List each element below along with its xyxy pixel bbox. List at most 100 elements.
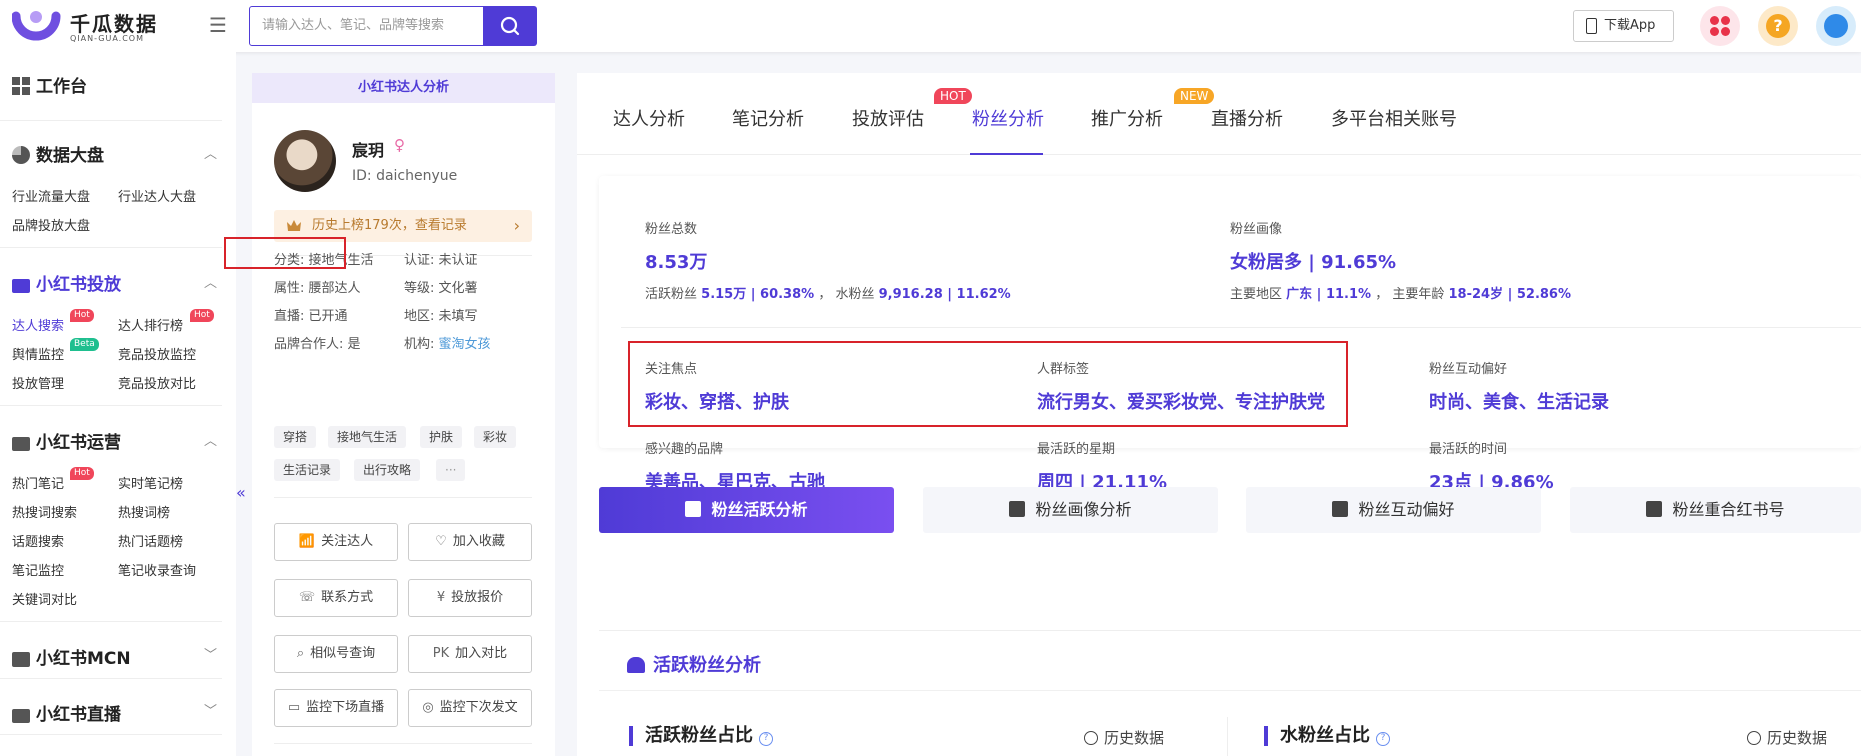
active-weekday-label: 最活跃的星期 — [1037, 442, 1116, 457]
divider — [0, 405, 222, 406]
subtab-fan-activity[interactable]: 粉丝活跃分析 — [599, 487, 894, 533]
divider — [0, 734, 222, 735]
beta-badge: Beta — [70, 338, 99, 351]
tab-multi-platform[interactable]: 多平台相关账号 — [1331, 105, 1457, 131]
tag[interactable]: 彩妆 — [474, 426, 517, 448]
tab-live-analysis[interactable]: 直播分析 — [1211, 105, 1283, 131]
monitor-live-button[interactable]: ▭ 监控下场直播 — [274, 689, 398, 727]
brand-name: 千瓜数据 — [70, 12, 158, 36]
location-icon: ◎ — [422, 700, 434, 715]
monitor-post-button[interactable]: ◎ 监控下次发文 — [408, 689, 532, 727]
tag[interactable]: 接地气生活 — [328, 426, 407, 448]
sidebar-item[interactable]: 行业达人大盘 — [118, 186, 196, 205]
tab-ad-evaluation[interactable]: 投放评估 — [852, 105, 924, 131]
sidebar-item[interactable]: 话题搜索 — [12, 531, 64, 550]
tab-note-analysis[interactable]: 笔记分析 — [732, 105, 804, 131]
sidebar-xhs-mcn[interactable]: 小红书MCN — [12, 644, 131, 669]
chevron-up-icon[interactable]: ︿ — [204, 143, 217, 162]
grid-icon — [12, 77, 30, 95]
highlight-box — [628, 341, 1348, 427]
chevron-up-icon[interactable]: ︿ — [204, 272, 217, 291]
sidebar-dashboard[interactable]: 数据大盘 — [12, 141, 104, 166]
attr-live: 直播: 已开通 — [274, 309, 348, 324]
help-icon[interactable]: ? — [759, 732, 773, 746]
pk-icon: PK — [432, 646, 450, 661]
attr-level: 等级: 文化薯 — [404, 281, 478, 296]
tag[interactable]: 出行攻略 — [354, 459, 421, 481]
divider — [274, 497, 532, 498]
more-tags[interactable]: ··· — [436, 459, 466, 481]
sidebar-item[interactable]: 投放管理 — [12, 373, 64, 392]
similar-search-button[interactable]: ⌕ 相似号查询 — [274, 635, 398, 673]
divider — [274, 743, 532, 744]
tab-talent-analysis[interactable]: 达人分析 — [613, 105, 685, 131]
divider — [621, 327, 1861, 328]
mail-icon[interactable] — [1816, 6, 1856, 46]
interaction-label: 粉丝互动偏好 — [1429, 362, 1508, 377]
sidebar-item[interactable]: 竞品投放对比 — [118, 373, 196, 392]
sidebar-item[interactable]: 热搜词搜索 — [12, 502, 77, 521]
help-icon[interactable]: ? — [1376, 732, 1390, 746]
history-data-link[interactable]: 历史数据 — [1084, 727, 1164, 748]
sidebar-item[interactable]: 笔记监控 — [12, 560, 64, 579]
sidebar-item[interactable]: 竞品投放监控 — [118, 344, 196, 363]
logo[interactable]: 千瓜数据 QIAN-GUA.COM — [12, 6, 172, 46]
chevron-right-icon: › — [513, 216, 520, 235]
favorite-button[interactable]: ♡ 加入收藏 — [408, 523, 532, 561]
apps-grid-icon[interactable] — [1700, 6, 1740, 46]
sidebar-xhs-ads[interactable]: 小红书投放 — [12, 270, 121, 295]
quote-button[interactable]: ¥ 投放报价 — [408, 579, 532, 617]
top-bar: 千瓜数据 QIAN-GUA.COM ☰ 请输入达人、笔记、品牌等搜索 下载App… — [0, 0, 1861, 52]
sidebar-item[interactable]: 实时笔记榜 — [118, 473, 183, 492]
sidebar-item[interactable]: 热搜词榜 — [118, 502, 170, 521]
fan-stats-card: 粉丝总数 8.53万 活跃粉丝 5.15万 | 60.38% ， 水粉丝 9,9… — [599, 176, 1861, 448]
tab-fan-analysis[interactable]: 粉丝分析 — [972, 105, 1044, 131]
portrait-label: 粉丝画像 — [1230, 222, 1283, 237]
chevron-down-icon[interactable]: ﹀ — [204, 644, 217, 663]
search-button[interactable] — [484, 6, 537, 46]
heart-icon: ♡ — [435, 534, 447, 549]
sidebar-item[interactable]: 品牌投放大盘 — [12, 215, 90, 234]
compare-button[interactable]: PK 加入对比 — [408, 635, 532, 673]
sidebar-item[interactable]: 舆情监控 — [12, 344, 64, 363]
divider — [1227, 717, 1228, 756]
sidebar-workbench[interactable]: 工作台 — [12, 72, 87, 97]
users-icon — [627, 657, 645, 673]
download-app-button[interactable]: 下载App — [1573, 10, 1674, 42]
agency-link[interactable]: 蜜淘女孩 — [439, 337, 491, 352]
tag[interactable]: 穿搭 — [274, 426, 317, 448]
sidebar-item[interactable]: 达人排行榜 — [118, 315, 183, 334]
interaction-value: 时尚、美食、生活记录 — [1429, 392, 1609, 413]
sidebar-item[interactable]: 关键词对比 — [12, 589, 77, 608]
subtab-fan-overlap[interactable]: 粉丝重合红书号 — [1570, 487, 1861, 533]
tag[interactable]: 护肤 — [420, 426, 463, 448]
tab-promotion-analysis[interactable]: 推广分析 — [1091, 105, 1163, 131]
help-icon[interactable]: ? — [1758, 6, 1798, 46]
building-icon — [12, 652, 30, 667]
crowd-value: 流行男女、爱买彩妆党、专注护肤党 — [1037, 392, 1325, 413]
total-fans-label: 粉丝总数 — [645, 222, 698, 237]
chevron-up-icon[interactable]: ︿ — [204, 430, 217, 449]
sidebar-item[interactable]: 行业流量大盘 — [12, 186, 90, 205]
sidebar-item[interactable]: 热门笔记 — [12, 473, 64, 492]
search-icon: ⌕ — [296, 646, 305, 661]
divider — [0, 247, 222, 248]
contact-button[interactable]: ☏ 联系方式 — [274, 579, 398, 617]
sidebar-item-talent-search[interactable]: 达人搜索 — [12, 315, 64, 334]
history-data-link[interactable]: 历史数据 — [1747, 727, 1827, 748]
crown-icon — [287, 220, 301, 231]
price-icon: ¥ — [436, 590, 446, 605]
sidebar-item[interactable]: 笔记收录查询 — [118, 560, 196, 579]
sidebar-item[interactable]: 热门话题榜 — [118, 531, 183, 550]
chevron-down-icon[interactable]: ﹀ — [204, 700, 217, 719]
subtab-fan-portrait[interactable]: 粉丝画像分析 — [923, 487, 1218, 533]
search-input[interactable]: 请输入达人、笔记、品牌等搜索 — [249, 6, 484, 46]
sidebar-xhs-live[interactable]: 小红书直播 — [12, 700, 121, 725]
subtab-fan-interaction[interactable]: 粉丝互动偏好 — [1246, 487, 1541, 533]
tag[interactable]: 生活记录 — [274, 459, 341, 481]
follow-button[interactable]: 📶 关注达人 — [274, 523, 398, 561]
collapse-sidebar-icon[interactable]: « — [236, 483, 252, 507]
menu-toggle-icon[interactable]: ☰ — [206, 14, 230, 38]
sidebar-xhs-ops[interactable]: 小红书运营 — [12, 428, 121, 453]
profile-id: ID: daichenyue — [352, 168, 458, 184]
